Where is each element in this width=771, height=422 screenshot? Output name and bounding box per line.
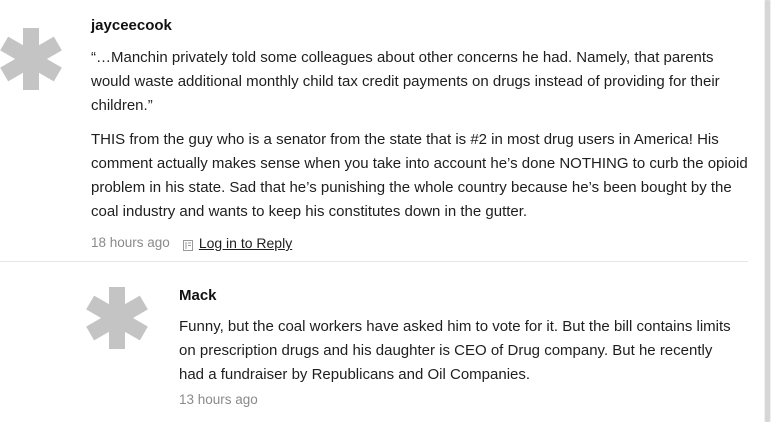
- comment-paragraph: THIS from the guy who is a senator from …: [91, 131, 748, 220]
- reply-icon: [182, 238, 193, 251]
- comment-meta: 13 hours ago: [179, 391, 739, 409]
- asterisk-avatar-icon: [0, 28, 62, 90]
- comment-body: Mack Funny, but the coal workers have as…: [179, 286, 739, 409]
- scrollbar-thumb[interactable]: [765, 0, 770, 422]
- comment-divider: [0, 261, 748, 262]
- avatar: [86, 287, 148, 349]
- comment-meta: 18 hours ago Log in to Reply: [91, 234, 748, 252]
- comment-timestamp: 18 hours ago: [91, 235, 170, 250]
- asterisk-avatar-icon: [86, 287, 148, 349]
- comment-body: jayceecook “…Manchin privately told some…: [91, 16, 748, 252]
- comment-author: Mack: [179, 287, 217, 304]
- comment-paragraph: “…Manchin privately told some colleagues…: [91, 49, 720, 114]
- comments-section: jayceecook “…Manchin privately told some…: [0, 0, 771, 422]
- comment-paragraph: Funny, but the coal workers have asked h…: [179, 318, 731, 383]
- avatar: [0, 28, 62, 90]
- log-in-to-reply-link[interactable]: Log in to Reply: [199, 234, 292, 252]
- comment-author: jayceecook: [91, 17, 172, 34]
- comment-timestamp: 13 hours ago: [179, 392, 258, 407]
